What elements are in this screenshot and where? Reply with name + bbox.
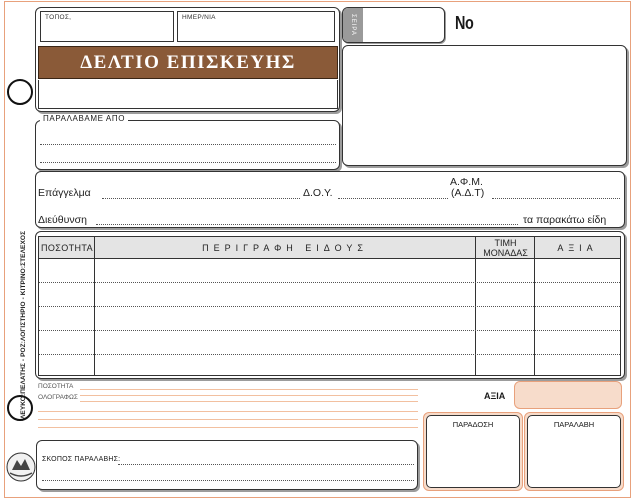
purpose-line-1 [118, 464, 414, 465]
purpose-line-2 [42, 480, 414, 481]
series-label-strip: ΣΕΙΡΑ [343, 8, 363, 42]
total-value-label: ΑΞΙΑ [484, 391, 506, 401]
delivery-signature-outer: ΠΑΡΑΔΟΣΗ [423, 412, 523, 491]
col-unit-price-header-1: ΤΙΜΗ [494, 238, 517, 248]
address-line[interactable] [96, 224, 518, 225]
adt-label: (Α.Δ.Τ) [451, 187, 485, 199]
table-row[interactable] [39, 330, 620, 331]
date-field[interactable]: ΗΜΕΡ/ΝΙΑ [177, 11, 335, 42]
items-note-label: τα παρακάτω είδη [523, 214, 607, 226]
table-row[interactable] [39, 354, 620, 355]
in-words-line-3[interactable] [38, 411, 418, 412]
col-unit-price-header-2: ΜΟΝΑΔΑΣ [483, 248, 528, 258]
col-quantity-header: ΠΟΣΟΤΗΤΑ [40, 243, 94, 253]
receipt-signature-box[interactable]: ΠΑΡΑΛΑΒΗ [527, 415, 621, 488]
profession-label: Επάγγελμα [38, 187, 91, 199]
copy-distribution-note: ΛΕΥΚΟ:ΠΕΛΑΤΗΣ - ΡΟΖ:ΛΟΓΙΣΤΗΡΙΟ - ΚΙΤΡΙΝΟ… [20, 230, 27, 420]
received-from-label: ΠΑΡΑΛΑΒΑΜΕ ΑΠΟ [40, 114, 129, 123]
in-words-line-2[interactable] [80, 401, 418, 402]
total-quantity-line-1[interactable] [80, 389, 418, 390]
purpose-label: ΣΚΟΠΟΣ ΠΑΡΑΛΑΒΗΣ: [42, 456, 121, 463]
afm-line[interactable] [492, 198, 620, 199]
purpose-box[interactable] [36, 440, 418, 490]
profession-line[interactable] [102, 198, 300, 199]
place-label: ΤΟΠΟΣ, [45, 14, 72, 21]
table-row[interactable] [39, 306, 620, 307]
in-words-label: ΟΛΟΓΡΑΦΩΣ [38, 394, 78, 401]
total-value-field[interactable] [514, 381, 622, 409]
delivery-label: ΠΑΡΑΔΟΣΗ [452, 420, 494, 429]
title-extra-field[interactable] [38, 80, 338, 109]
tax-office-line[interactable] [338, 198, 448, 199]
stamp-area[interactable] [342, 45, 627, 166]
total-quantity-label: ΠΟΣΟΤΗΤΑ [38, 383, 74, 390]
in-words-line-5[interactable] [38, 427, 418, 428]
receipt-signature-outer: ΠΑΡΑΛΑΒΗ [524, 412, 624, 491]
items-table: ΠΟΣΟΤΗΤΑ ΠΕΡΙΓΡΑΦΗ ΕΙΔΟΥΣ ΤΙΜΗ ΜΟΝΑΔΑΣ Α… [38, 236, 621, 376]
received-from-line-1 [40, 144, 336, 145]
col-value-header: ΑΞΙΑ [557, 243, 598, 253]
col-description-header: ΠΕΡΙΓΡΑΦΗ ΕΙΔΟΥΣ [202, 243, 368, 253]
series-label: ΣΕΙΡΑ [350, 14, 356, 36]
place-field[interactable]: ΤΟΠΟΣ, [40, 11, 174, 42]
date-label: ΗΜΕΡ/ΝΙΑ [182, 14, 216, 21]
tax-office-label: Δ.Ο.Υ. [303, 187, 333, 199]
received-from-line-2 [40, 162, 336, 163]
publisher-logo-icon [6, 452, 36, 482]
table-row[interactable] [39, 282, 620, 283]
punch-hole-top [7, 79, 33, 105]
receipt-label: ΠΑΡΑΛΑΒΗ [553, 420, 595, 429]
address-label: Διεύθυνση [38, 214, 87, 226]
in-words-line-4[interactable] [38, 419, 418, 420]
document-title: ΔΕΛΤΙΟ ΕΠΙΣΚΕΥΗΣ ΑΓΑΘΩΝ [38, 46, 338, 105]
in-words-line-1[interactable] [80, 395, 418, 396]
document-number-label: No [455, 13, 474, 33]
delivery-signature-box[interactable]: ΠΑΡΑΔΟΣΗ [426, 415, 520, 488]
